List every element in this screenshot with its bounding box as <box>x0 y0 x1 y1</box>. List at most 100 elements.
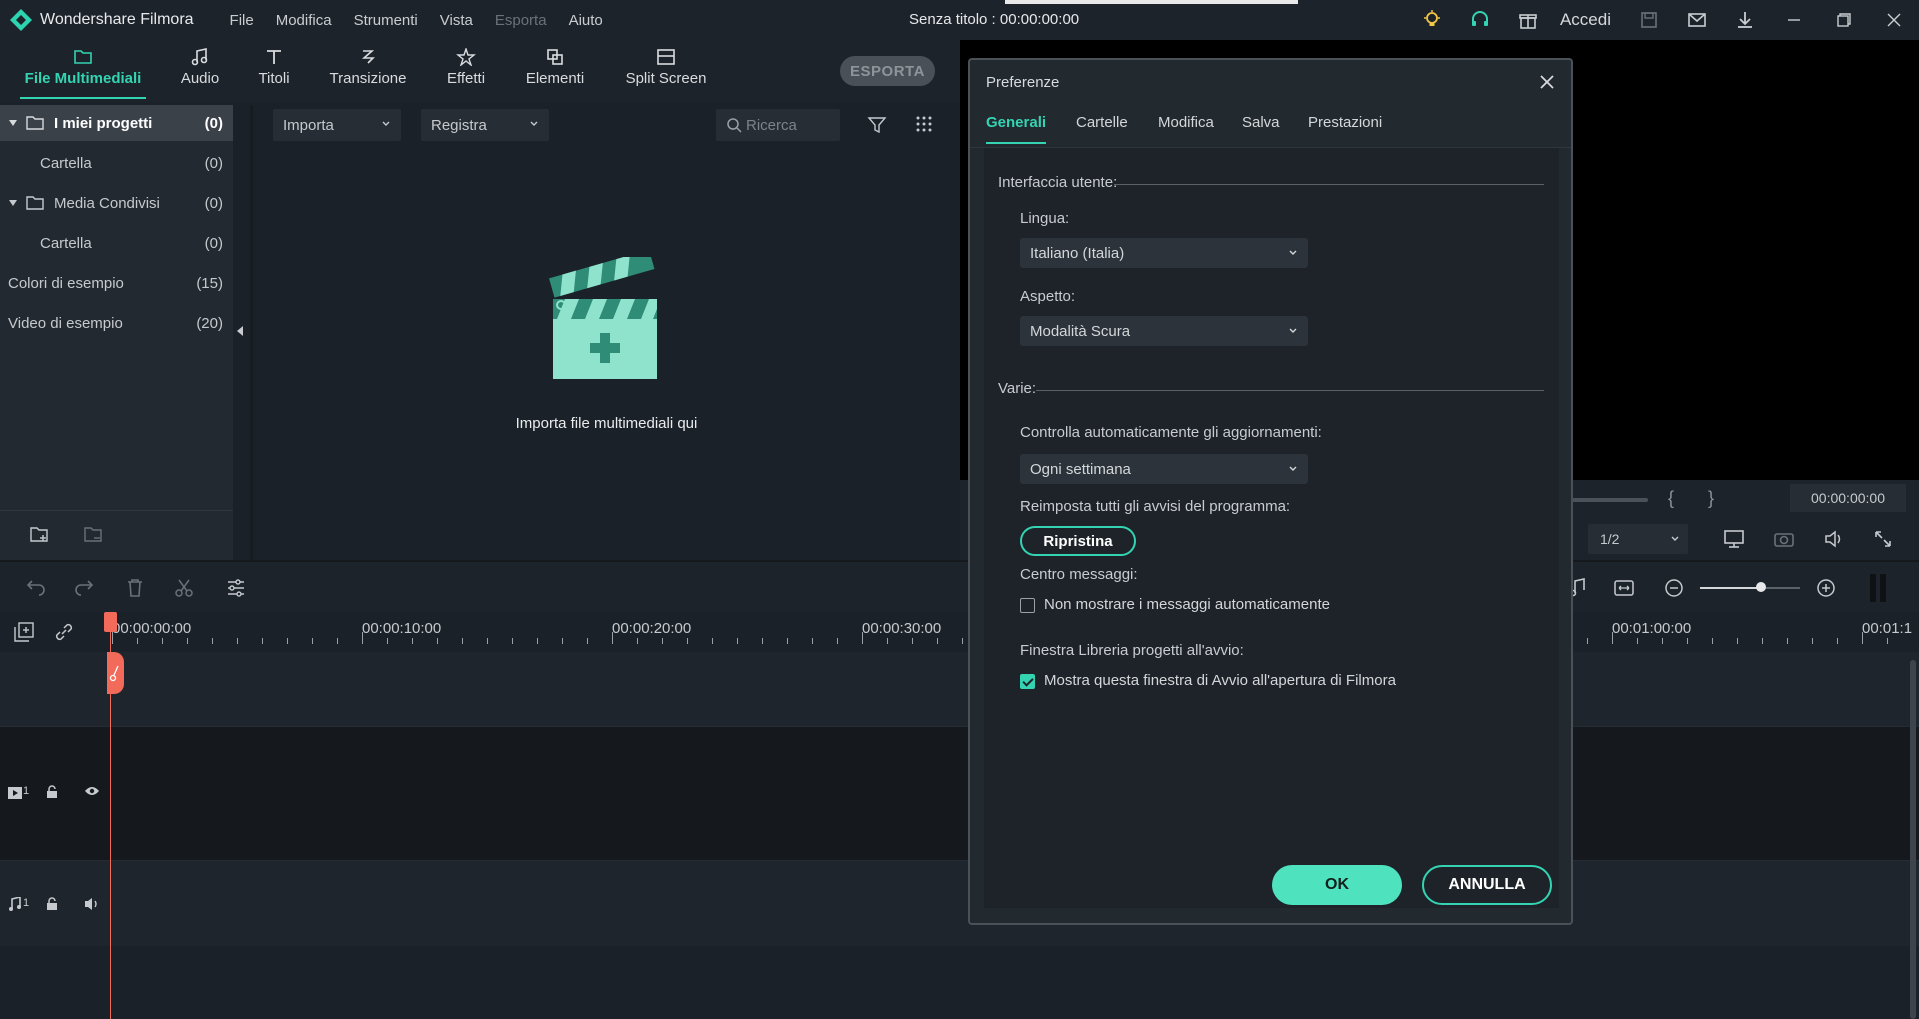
search-input[interactable]: Ricerca <box>716 109 840 141</box>
chevron-down-icon <box>530 121 538 126</box>
menu-vista[interactable]: Vista <box>440 12 473 29</box>
collapse-sidebar-icon[interactable] <box>237 326 243 336</box>
effects-icon <box>456 46 476 68</box>
menu-bar: File Modifica Strumenti Vista Esporta Ai… <box>230 12 625 29</box>
clapperboard-import-icon[interactable] <box>547 257 663 383</box>
snapshot-icon[interactable] <box>1774 530 1794 548</box>
sidebar-item-shared-media[interactable]: Media Condivisi (0) <box>0 185 233 221</box>
volume-icon[interactable] <box>1824 530 1844 548</box>
login-button[interactable]: Accedi <box>1560 10 1611 30</box>
menu-aiuto[interactable]: Aiuto <box>569 12 603 29</box>
remove-folder-icon[interactable] <box>84 526 104 544</box>
mark-out-icon[interactable]: } <box>1708 488 1714 509</box>
fit-timeline-icon[interactable] <box>1614 578 1634 598</box>
timecode-20: 00:00:20:00 <box>612 620 692 637</box>
lock-icon[interactable] <box>46 897 58 911</box>
tab-modifica[interactable]: Modifica <box>1158 114 1214 131</box>
adjust-icon[interactable] <box>226 578 246 598</box>
close-icon[interactable] <box>1535 70 1559 94</box>
sidebar-item-sample-videos[interactable]: Video di esempio (20) <box>0 305 233 341</box>
video-track[interactable]: 1 <box>0 726 1919 860</box>
ruler-tick <box>1887 638 1888 644</box>
menu-file[interactable]: File <box>230 12 254 29</box>
gift-icon[interactable] <box>1518 10 1538 30</box>
ok-button[interactable]: OK <box>1272 865 1402 905</box>
tab-salva[interactable]: Salva <box>1242 114 1280 131</box>
menu-strumenti[interactable]: Strumenti <box>354 12 418 29</box>
folder-icon <box>73 46 93 68</box>
display-icon[interactable] <box>1724 530 1744 548</box>
chevron-down-icon <box>1671 536 1679 541</box>
playback-quality-select[interactable]: 1/2 <box>1588 524 1688 554</box>
minimize-button[interactable] <box>1769 0 1819 40</box>
ruler-tick <box>237 638 238 644</box>
lightbulb-icon[interactable] <box>1422 10 1442 30</box>
link-icon[interactable] <box>54 622 74 642</box>
updates-frequency-select[interactable]: Ogni settimana <box>1020 454 1308 484</box>
lock-icon[interactable] <box>46 785 58 799</box>
cancel-button[interactable]: ANNULLA <box>1422 865 1552 905</box>
startup-window-checkbox[interactable] <box>1020 674 1035 689</box>
timeline-panel-handle-2[interactable] <box>1880 574 1886 602</box>
redo-icon[interactable] <box>74 578 94 596</box>
sidebar-item-sample-colors[interactable]: Colori di esempio (15) <box>0 265 233 301</box>
progress-track[interactable] <box>1572 498 1648 502</box>
ruler-tick <box>512 638 513 644</box>
timeline-scrollbar[interactable] <box>1910 660 1916 1019</box>
audio-track[interactable]: 1 <box>0 860 1919 946</box>
tab-audio[interactable]: Audio <box>176 46 224 96</box>
save-icon[interactable] <box>1639 10 1659 30</box>
undo-icon[interactable] <box>26 578 46 596</box>
fullscreen-icon[interactable] <box>1874 530 1892 548</box>
delete-icon[interactable] <box>126 578 144 598</box>
ruler-tick <box>212 638 213 644</box>
tab-titoli[interactable]: Titoli <box>254 46 294 96</box>
menu-modifica[interactable]: Modifica <box>276 12 332 29</box>
zoom-slider-handle[interactable] <box>1756 582 1766 592</box>
appearance-select[interactable]: Modalità Scura <box>1020 316 1308 346</box>
eye-icon[interactable] <box>84 785 100 797</box>
mail-icon[interactable] <box>1687 10 1707 30</box>
message-center-label: Centro messaggi: <box>1020 566 1138 583</box>
tab-prestazioni[interactable]: Prestazioni <box>1308 114 1382 131</box>
tab-split-screen[interactable]: Split Screen <box>624 46 708 96</box>
ruler-tick <box>1637 638 1638 644</box>
sidebar-item-folder[interactable]: Cartella (0) <box>0 145 233 181</box>
language-select[interactable]: Italiano (Italia) <box>1020 238 1308 268</box>
tab-generali[interactable]: Generali <box>986 114 1047 144</box>
playhead-handle[interactable] <box>107 652 124 694</box>
tab-elementi[interactable]: Elementi <box>524 46 586 96</box>
export-button[interactable]: ESPORTA <box>840 56 935 86</box>
timeline-panel-handle[interactable] <box>1870 574 1876 602</box>
messages-checkbox-label[interactable]: Non mostrare i messaggi automaticamente <box>1044 596 1330 613</box>
download-icon[interactable] <box>1735 10 1755 30</box>
menu-esporta[interactable]: Esporta <box>495 12 547 29</box>
add-track-icon[interactable] <box>14 622 34 642</box>
messages-checkbox[interactable] <box>1020 598 1035 613</box>
speaker-icon[interactable] <box>84 897 100 911</box>
headset-support-icon[interactable] <box>1470 10 1490 30</box>
tab-cartelle[interactable]: Cartelle <box>1076 114 1128 131</box>
import-dropdown[interactable]: Importa <box>273 109 401 141</box>
scissors-icon[interactable] <box>174 578 194 598</box>
filter-icon[interactable] <box>867 115 887 135</box>
playhead-marker[interactable] <box>104 612 117 632</box>
zoom-in-icon[interactable] <box>1816 578 1836 598</box>
record-dropdown[interactable]: Registra <box>421 109 549 141</box>
zoom-out-icon[interactable] <box>1664 578 1684 598</box>
tab-transizione[interactable]: Transizione <box>328 46 408 96</box>
tab-file-multimediali[interactable]: File Multimediali <box>20 46 146 99</box>
ruler-tick <box>537 638 538 644</box>
new-folder-icon[interactable] <box>30 526 50 544</box>
video-track-icon <box>8 787 22 799</box>
sidebar-item-shared-folder[interactable]: Cartella (0) <box>0 225 233 261</box>
grid-view-icon[interactable] <box>915 115 933 133</box>
restore-button[interactable] <box>1819 0 1869 40</box>
startup-window-checkbox-label[interactable]: Mostra questa finestra di Avvio all'aper… <box>1044 672 1396 689</box>
tab-effetti[interactable]: Effetti <box>444 46 488 96</box>
sidebar-item-my-projects[interactable]: I miei progetti (0) <box>0 105 233 141</box>
reset-button[interactable]: Ripristina <box>1020 526 1136 556</box>
close-window-button[interactable] <box>1869 0 1919 40</box>
transition-icon <box>358 46 378 68</box>
mark-in-icon[interactable]: { <box>1668 488 1674 509</box>
